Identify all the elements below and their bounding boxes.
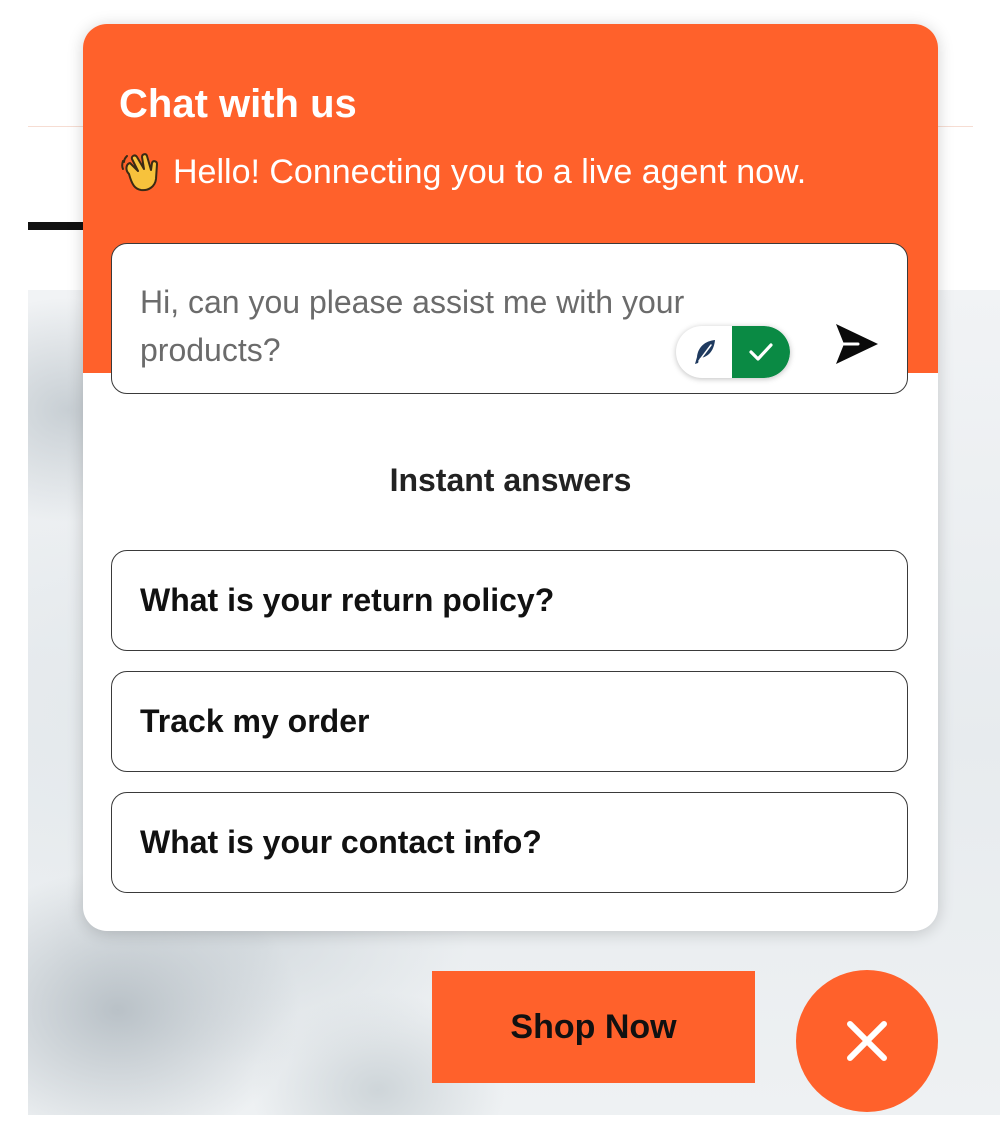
instant-answers-title: Instant answers: [389, 462, 632, 498]
send-arrow-icon: [836, 324, 878, 364]
feather-icon: [676, 326, 733, 378]
instant-answer-contact-info[interactable]: What is your contact info?: [111, 792, 908, 893]
message-composer: Hi, can you please assist me with your p…: [111, 243, 908, 394]
close-chat-button[interactable]: [796, 970, 938, 1112]
chat-subtitle-text: Hello! Connecting you to a live agent no…: [173, 153, 807, 191]
ai-assist-toggle[interactable]: [676, 326, 790, 378]
instant-answers-list: What is your return policy? Track my ord…: [111, 550, 908, 913]
close-icon: [847, 1021, 887, 1061]
nav-active-underline: [28, 222, 86, 230]
chat-greeting: Hello! Connecting you to a live agent no…: [119, 152, 806, 192]
instant-answer-track-order[interactable]: Track my order: [111, 671, 908, 772]
shop-now-button[interactable]: Shop Now: [432, 971, 755, 1083]
chat-widget-panel: Chat with us Hello! Connecting you to a …: [83, 24, 938, 931]
waving-hand-icon: [119, 152, 163, 192]
chat-title: Chat with us: [119, 82, 357, 126]
check-icon: [732, 326, 790, 378]
send-button[interactable]: [828, 316, 884, 372]
instant-answer-return-policy[interactable]: What is your return policy?: [111, 550, 908, 651]
